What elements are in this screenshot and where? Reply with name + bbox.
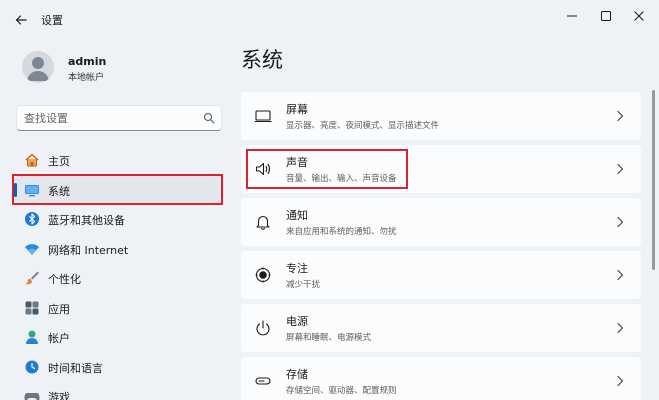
chevron-right-icon bbox=[613, 268, 627, 282]
sidebar-item-label: 个性化 bbox=[48, 273, 81, 286]
maximize-button[interactable] bbox=[591, 5, 621, 27]
bell-icon bbox=[253, 212, 273, 232]
highlight-box bbox=[12, 174, 223, 205]
search-input[interactable] bbox=[24, 110, 194, 126]
brush-icon bbox=[24, 270, 40, 286]
card-title: 通知 bbox=[286, 209, 308, 222]
card-subtitle: 减少干扰 bbox=[286, 280, 321, 290]
gamepad-icon bbox=[24, 388, 40, 400]
sidebar-item-label: 游戏 bbox=[48, 391, 70, 400]
card-subtitle: 存储空间、驱动器、配置规则 bbox=[286, 386, 397, 396]
card-title: 电源 bbox=[286, 315, 308, 328]
chevron-right-icon bbox=[613, 215, 627, 229]
back-arrow-icon bbox=[15, 15, 27, 25]
sidebar-item-label: 时间和语言 bbox=[48, 362, 103, 375]
user-avatar-icon bbox=[27, 57, 49, 81]
settings-card-notifications[interactable]: 通知 来自应用和系统的通知、勿扰 bbox=[241, 198, 641, 246]
maximize-icon bbox=[601, 11, 611, 21]
chevron-right-icon bbox=[613, 162, 627, 176]
settings-card-storage[interactable]: 存储 存储空间、驱动器、配置规则 bbox=[241, 357, 641, 400]
card-subtitle: 来自应用和系统的通知、勿扰 bbox=[286, 227, 397, 237]
title-bar: 设置 bbox=[0, 0, 659, 36]
sidebar-item-label: 帐户 bbox=[48, 332, 70, 345]
settings-card-display[interactable]: 屏幕 显示器、亮度、夜间模式、显示描述文件 bbox=[241, 92, 641, 140]
scrollbar[interactable] bbox=[652, 90, 655, 270]
monitor-icon bbox=[253, 106, 273, 126]
close-button[interactable] bbox=[624, 5, 654, 27]
highlight-box bbox=[246, 149, 408, 189]
user-profile[interactable]: admin 本地帐户 bbox=[18, 47, 228, 87]
sidebar-item-personalization[interactable]: 个性化 bbox=[14, 264, 224, 292]
home-icon bbox=[24, 152, 40, 168]
card-title: 存储 bbox=[286, 368, 308, 381]
sidebar-item-network[interactable]: 网络和 Internet bbox=[14, 235, 224, 263]
sidebar-item-time-language[interactable]: 时间和语言 bbox=[14, 353, 224, 381]
power-icon bbox=[253, 318, 273, 338]
minimize-icon bbox=[567, 15, 577, 17]
bluetooth-icon bbox=[24, 211, 40, 227]
settings-window: 设置 admin 本地帐户 查找设置 主页 系统 蓝牙和其他设备 网络和 Int… bbox=[0, 0, 659, 400]
search-box[interactable] bbox=[16, 105, 222, 131]
settings-card-focus[interactable]: 专注 减少干扰 bbox=[241, 251, 641, 299]
minimize-button[interactable] bbox=[557, 5, 587, 27]
chevron-right-icon bbox=[613, 374, 627, 388]
username: admin bbox=[68, 55, 107, 68]
search-icon[interactable] bbox=[203, 112, 215, 124]
sidebar-item-gaming[interactable]: 游戏 bbox=[14, 382, 224, 400]
sidebar-item-label: 蓝牙和其他设备 bbox=[48, 214, 125, 227]
account-icon bbox=[24, 329, 40, 345]
sidebar-item-home[interactable]: 主页 bbox=[14, 146, 224, 174]
chevron-right-icon bbox=[613, 321, 627, 335]
account-type: 本地帐户 bbox=[68, 73, 105, 83]
sidebar-item-label: 主页 bbox=[48, 155, 70, 168]
page-title: 系统 bbox=[241, 48, 283, 72]
sidebar-item-apps[interactable]: 应用 bbox=[14, 294, 224, 322]
card-title: 专注 bbox=[286, 262, 308, 275]
close-icon bbox=[634, 11, 644, 21]
chevron-right-icon bbox=[613, 109, 627, 123]
storage-icon bbox=[253, 371, 273, 391]
wifi-icon bbox=[24, 241, 40, 257]
apps-icon bbox=[24, 300, 40, 316]
back-button[interactable] bbox=[10, 9, 32, 31]
sidebar-item-bluetooth[interactable]: 蓝牙和其他设备 bbox=[14, 205, 224, 233]
card-subtitle: 显示器、亮度、夜间模式、显示描述文件 bbox=[286, 121, 440, 131]
window-title: 设置 bbox=[41, 14, 63, 27]
sidebar-item-label: 网络和 Internet bbox=[48, 244, 129, 257]
avatar bbox=[22, 51, 54, 83]
sidebar-item-label: 应用 bbox=[48, 303, 70, 316]
sidebar-item-accounts[interactable]: 帐户 bbox=[14, 323, 224, 351]
settings-card-power[interactable]: 电源 屏幕和睡眠、电源模式 bbox=[241, 304, 641, 352]
clock-globe-icon bbox=[24, 359, 40, 375]
focus-icon bbox=[253, 265, 273, 285]
card-title: 屏幕 bbox=[286, 103, 308, 116]
card-subtitle: 屏幕和睡眠、电源模式 bbox=[286, 333, 372, 343]
